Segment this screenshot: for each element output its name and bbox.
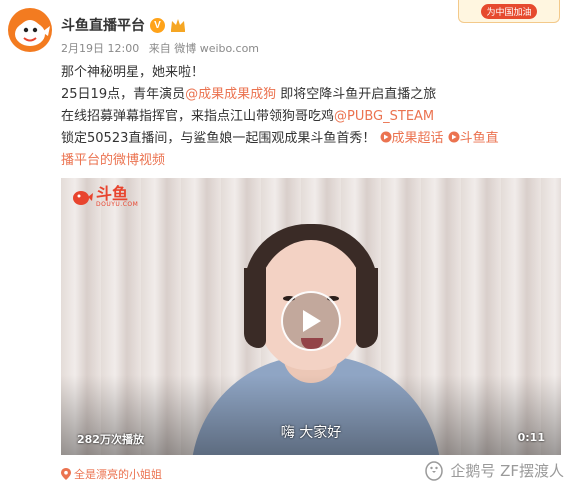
post-text: 锁定50523直播间，与鲨鱼娘一起围观成果斗鱼首秀！	[61, 131, 376, 146]
account-name[interactable]: 斗鱼直播平台	[61, 15, 145, 35]
video-link-continued[interactable]: 播平台的微博视频	[61, 150, 561, 172]
post-line: 锁定50523直播间，与鲨鱼娘一起围观成果斗鱼首秀！ 成果超话 斗鱼直	[61, 128, 561, 150]
post-text: 在线招募弹幕指挥官，来指点江山带领狗哥吃鸡	[61, 109, 335, 124]
super-topic-label: 成果超话	[391, 131, 444, 146]
play-button[interactable]	[281, 291, 341, 351]
person-hair-right	[356, 268, 378, 348]
post-line: 在线招募弹幕指挥官，来指点江山带领狗哥吃鸡@PUBG_STEAM	[61, 106, 561, 128]
douyu-logo-icon	[73, 191, 93, 205]
penguin-icon	[425, 461, 444, 481]
crown-icon	[171, 19, 185, 32]
super-topic-link[interactable]: 成果超话	[380, 131, 448, 146]
douyu-logo-text: 斗鱼	[96, 184, 129, 203]
location-link[interactable]: 全是漂亮的小姐姐	[61, 466, 162, 482]
post-line: 那个神秘明星，她来啦！	[61, 65, 205, 80]
video-player[interactable]: 斗鱼 DOUYU.COM 嗨 大家好 282万次播放 0:11	[61, 178, 561, 455]
person-hair-left	[244, 268, 266, 348]
post-text: 即将空降斗鱼开启直播之旅	[276, 87, 437, 102]
video-duration: 0:11	[517, 431, 545, 444]
video-link-label: 斗鱼直	[459, 131, 499, 146]
event-banner-label: 为中国加油	[481, 3, 537, 19]
mention-link[interactable]: @PUBG_STEAM	[334, 109, 434, 124]
mention-link[interactable]: @成果成果成狗	[185, 87, 276, 102]
event-banner[interactable]: 为中国加油	[458, 0, 560, 23]
watermark-text: 企鹅号 ZF摆渡人	[450, 461, 564, 480]
video-link-icon	[448, 131, 460, 143]
verified-badge-icon: V	[150, 17, 165, 33]
post-content: 那个神秘明星，她来啦！ 25日19点，青年演员@成果成果成狗 即将空降斗鱼开启直…	[61, 62, 561, 172]
source-watermark: 企鹅号 ZF摆渡人	[424, 459, 564, 481]
post-date[interactable]: 2月19日 12:00	[61, 42, 139, 55]
play-icon	[303, 310, 321, 332]
douyu-watermark-logo: 斗鱼 DOUYU.COM	[71, 186, 138, 208]
account-header: 斗鱼直播平台 V	[61, 15, 186, 35]
avatar[interactable]	[8, 8, 52, 52]
video-link[interactable]: 斗鱼直	[448, 131, 499, 146]
douyu-logo-sub: DOUYU.COM	[96, 201, 139, 208]
location-label: 全是漂亮的小姐姐	[74, 468, 162, 481]
super-topic-icon	[380, 131, 391, 143]
post-text: 25日19点，青年演员	[61, 87, 186, 102]
douyu-fish-icon	[15, 20, 50, 46]
play-count: 282万次播放	[77, 433, 144, 446]
post-meta: 2月19日 12:00 来自 微博 weibo.com	[61, 40, 265, 56]
location-pin-icon	[61, 468, 71, 480]
post-line: 25日19点，青年演员@成果成果成狗 即将空降斗鱼开启直播之旅	[61, 84, 561, 106]
post-source: 来自 微博 weibo.com	[148, 42, 260, 55]
